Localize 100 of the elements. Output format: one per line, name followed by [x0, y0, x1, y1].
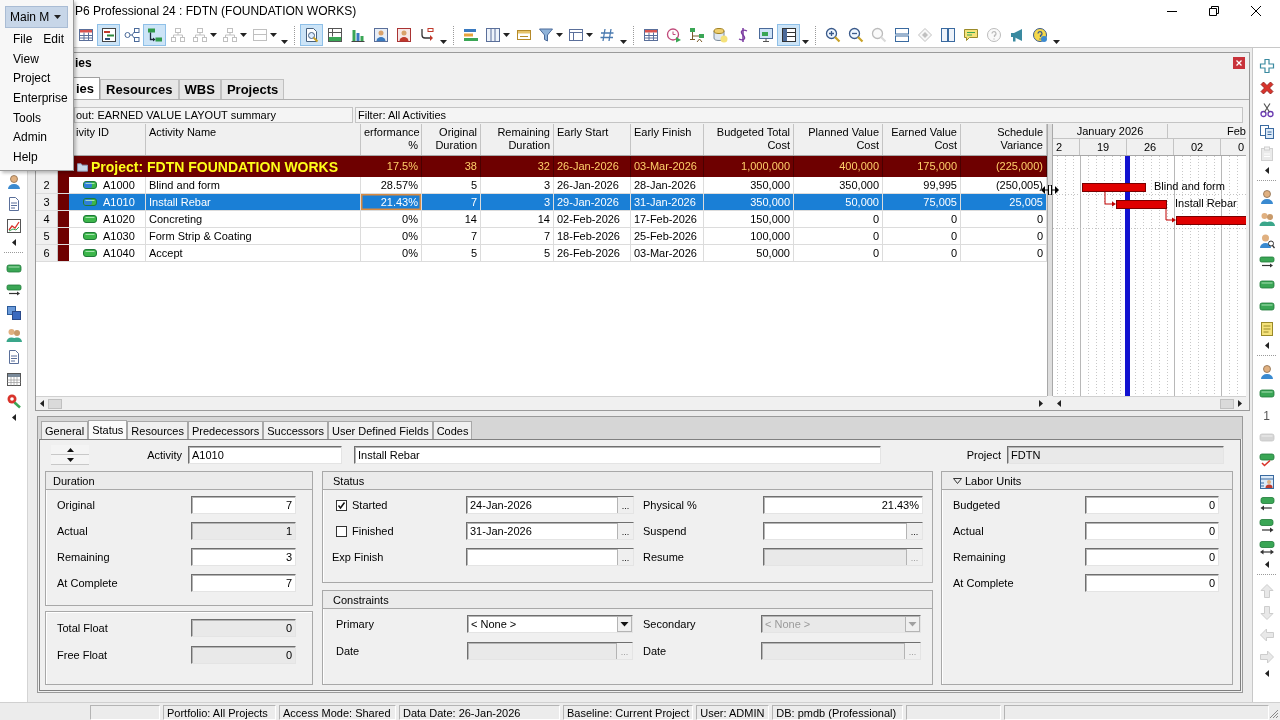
menu-button[interactable]: Main M	[5, 6, 68, 28]
column-header[interactable]: erformance %	[364, 126, 418, 151]
person-grid-icon[interactable]	[1258, 474, 1275, 490]
plus-icon[interactable]	[1258, 58, 1275, 74]
restore-icon[interactable]	[1209, 6, 1219, 16]
picker-button[interactable]: ...	[906, 523, 922, 539]
menu-item[interactable]: Admin	[13, 130, 47, 145]
column-header[interactable]: Activity Name	[149, 126, 357, 139]
input-field[interactable]: 0	[1085, 522, 1219, 540]
menu-item[interactable]: View	[13, 51, 39, 66]
triangle-left-icon[interactable]	[1264, 669, 1269, 677]
column-header[interactable]: Early Finish	[634, 126, 700, 139]
person-icon[interactable]	[5, 174, 22, 190]
input-field[interactable]: 7	[191, 496, 296, 514]
input-field[interactable]: 24-Jan-2026 ...	[466, 496, 634, 514]
tab[interactable]: Codes	[432, 421, 473, 439]
input-field[interactable]: 0	[1085, 574, 1219, 592]
column-header[interactable]: ivity ID	[76, 126, 142, 139]
input-field[interactable]: 31-Jan-2026 ...	[466, 522, 634, 540]
toolbar-button[interactable]	[97, 23, 120, 46]
project-row[interactable]: Project: FDTN FOUNDATION WORKS 17.5% 38 32 26-Jan-2026 03-Mar-2026 1,000,000 400,000 175,000 (225,000)	[36, 156, 1047, 177]
people-icon[interactable]	[1258, 211, 1275, 227]
toolbar-button[interactable]	[777, 23, 800, 46]
tab[interactable]: Resources	[100, 79, 179, 99]
line-chart-icon[interactable]	[5, 218, 22, 234]
menu-item[interactable]: Enterprise	[13, 90, 68, 105]
close-icon[interactable]	[1251, 6, 1261, 16]
triangle-right-icon[interactable]	[1039, 400, 1043, 407]
tab[interactable]: WBS	[178, 79, 221, 99]
up-button[interactable]	[51, 445, 89, 455]
resize-grip-icon[interactable]	[1269, 709, 1279, 719]
down-button[interactable]	[51, 455, 89, 465]
caret-icon[interactable]	[619, 39, 627, 44]
input-field[interactable]: ...	[763, 522, 923, 540]
menu-item[interactable]: Help	[13, 149, 38, 164]
triangle-left-icon[interactable]	[1057, 400, 1061, 407]
input-field[interactable]: 7	[191, 574, 296, 592]
menu-item[interactable]: Edit	[43, 31, 65, 46]
input-field[interactable]: A1010	[188, 446, 342, 464]
picker-button[interactable]: ...	[617, 549, 633, 565]
bar-check-icon[interactable]	[1258, 452, 1275, 468]
table-row[interactable]: 6 A1040 Accept 0% 5 5 26-Feb-2026 03-Mar-2026 50,000 0 0 0	[36, 245, 1047, 262]
menu-item[interactable]: Project	[13, 71, 51, 86]
scrollbar-thumb[interactable]	[1220, 398, 1234, 409]
triangle-left-icon[interactable]	[11, 238, 16, 246]
column-header[interactable]: Earned Value Cost	[886, 126, 957, 151]
table-row[interactable]: 3 A1010 Install Rebar 21.43% 7 3 29-Jan-2026 31-Jan-2026 350,000 50,000 75,005 25,005	[36, 194, 1047, 211]
bar-double-arrow-icon[interactable]	[1258, 540, 1275, 556]
tab[interactable]: Resources	[127, 421, 188, 439]
picker-button[interactable]: ...	[617, 497, 633, 513]
magnifier-icon[interactable]	[5, 393, 22, 409]
input-field[interactable]: ...	[466, 548, 634, 566]
column-header[interactable]: Budgeted Total Cost	[707, 126, 790, 151]
column-header[interactable]: Early Start	[557, 126, 627, 139]
triangle-left-icon[interactable]	[1264, 166, 1269, 174]
table-row[interactable]: 4 A1020 Concreting 0% 14 14 02-Feb-2026 17-Feb-2026 150,000 0 0 0	[36, 211, 1047, 228]
bar-right-arrow-icon[interactable]	[1258, 518, 1275, 534]
tab[interactable]: Successors	[263, 421, 329, 439]
stacked-boxes-icon[interactable]	[5, 305, 22, 321]
horizontal-scrollbar[interactable]	[1053, 396, 1246, 410]
tab[interactable]: User Defined Fields	[328, 421, 433, 439]
triangle-left-icon[interactable]	[11, 413, 16, 421]
minimize-icon[interactable]	[1167, 10, 1177, 12]
person-icon[interactable]	[1258, 364, 1275, 380]
caret-icon[interactable]	[801, 39, 809, 44]
caret-icon[interactable]	[1052, 39, 1060, 44]
horizontal-scrollbar[interactable]	[36, 396, 1047, 410]
triangle-right-icon[interactable]	[1238, 400, 1242, 407]
tab[interactable]: Predecessors	[187, 421, 264, 439]
menu-item[interactable]: Tools	[13, 110, 41, 125]
triangle-left-icon[interactable]	[1264, 341, 1269, 349]
toolbar-button[interactable]: 1	[1255, 405, 1278, 427]
checkbox[interactable]	[336, 499, 347, 511]
bar-left-arrow-icon[interactable]	[1258, 496, 1275, 512]
people-icon[interactable]	[5, 327, 22, 343]
tab[interactable]: General	[41, 421, 89, 439]
column-header[interactable]: Original Duration	[425, 126, 477, 151]
tab[interactable]: Projects	[220, 79, 285, 99]
person-icon[interactable]	[1258, 189, 1275, 205]
caret-icon[interactable]	[439, 39, 447, 44]
caret-down-icon[interactable]	[953, 477, 962, 484]
input-field[interactable]: 0	[1085, 496, 1219, 514]
copy-icon[interactable]	[1258, 124, 1275, 140]
column-header[interactable]: Remaining Duration	[484, 126, 550, 151]
triangle-left-icon[interactable]	[1264, 560, 1269, 568]
menu-item[interactable]: File	[13, 31, 33, 46]
cross-icon[interactable]	[1258, 80, 1275, 96]
input-field[interactable]: Install Rebar	[354, 446, 881, 464]
person-search-icon[interactable]	[1258, 233, 1275, 249]
calendar-icon[interactable]	[5, 371, 22, 387]
column-header[interactable]: Planned Value Cost	[797, 126, 879, 151]
toolbar-button[interactable]	[300, 23, 323, 46]
toolbar-button[interactable]	[143, 23, 166, 46]
input-field[interactable]: 3	[191, 548, 296, 566]
dropdown[interactable]: < None >	[467, 615, 633, 633]
filter-label[interactable]: Filter: All Activities	[355, 107, 1243, 123]
input-field[interactable]: 0	[1085, 548, 1219, 566]
scissors-icon[interactable]	[1258, 102, 1275, 118]
layout-label[interactable]: out: EARNED VALUE LAYOUT summary	[74, 107, 353, 123]
scrollbar-thumb[interactable]	[48, 398, 62, 409]
